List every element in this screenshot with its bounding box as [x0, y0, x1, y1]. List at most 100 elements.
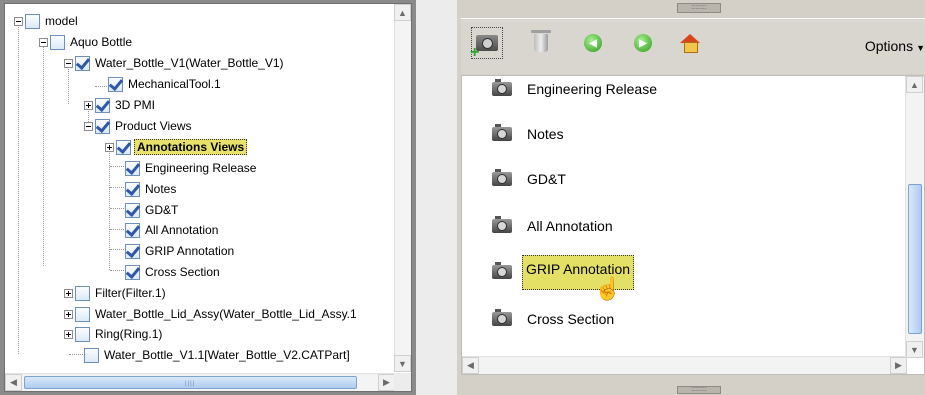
horizontal-scroll-thumb[interactable]: |||| — [24, 376, 357, 389]
tree-node-water-bottle-v1[interactable]: Water_Bottle_V1(Water_Bottle_V1) — [64, 53, 284, 73]
view-item-engineering-release[interactable]: Engineering Release — [492, 76, 657, 102]
checkbox-checked[interactable] — [125, 222, 140, 238]
tree-node-ring[interactable]: Ring(Ring.1) — [64, 324, 162, 344]
tree-node-3d-pmi[interactable]: 3D PMI — [84, 95, 155, 115]
checkbox[interactable] — [50, 34, 65, 50]
tree-line — [110, 187, 124, 188]
views-list: Engineering Release Notes GD&T All Annot… — [461, 75, 925, 375]
tree-node-engineering-release[interactable]: Engineering Release — [125, 158, 256, 178]
checkbox-checked[interactable] — [125, 202, 140, 218]
collapse-icon[interactable] — [14, 16, 23, 26]
tree-node-label: Product Views — [115, 119, 192, 133]
checkbox-checked[interactable] — [95, 118, 110, 134]
tree-node-label: GRIP Annotation — [145, 244, 235, 258]
collapse-icon[interactable] — [39, 37, 48, 47]
add-view-camera-icon: + — [470, 35, 498, 61]
scroll-down-icon[interactable]: ▼ — [906, 341, 923, 358]
home-view-button[interactable] — [674, 27, 706, 59]
checkbox-checked[interactable] — [75, 55, 90, 71]
checkbox-checked[interactable] — [116, 139, 131, 155]
expand-icon[interactable] — [84, 100, 93, 110]
expand-icon[interactable] — [64, 288, 73, 298]
tree-node-label-selected: Annotations Views — [134, 139, 248, 155]
scroll-up-icon[interactable]: ▲ — [906, 76, 923, 93]
checkbox-checked[interactable] — [108, 76, 123, 92]
views-vertical-scrollbar[interactable]: ▲ ▼ — [905, 76, 924, 358]
checkbox-checked[interactable] — [125, 264, 140, 280]
tree-node-label: 3D PMI — [115, 98, 156, 112]
expand-icon[interactable] — [64, 309, 73, 319]
delete-view-button[interactable] — [525, 27, 557, 59]
views-toolbar: + ◀ ▶ Options ▼ — [461, 18, 925, 74]
scroll-right-icon[interactable]: ▶ — [378, 374, 395, 391]
checkbox[interactable] — [75, 285, 90, 301]
next-view-button[interactable]: ▶ — [627, 27, 659, 59]
add-view-button[interactable]: + — [470, 27, 503, 61]
checkbox[interactable] — [25, 13, 40, 29]
tree-node-label: All Annotation — [145, 223, 219, 237]
view-item-cross-section[interactable]: Cross Section — [492, 306, 614, 332]
scroll-grip: |||| — [185, 381, 196, 387]
tree-node-annotations-views[interactable]: Annotations Views — [105, 137, 248, 157]
scroll-left-icon[interactable]: ◀ — [462, 357, 479, 374]
expand-icon[interactable] — [64, 329, 73, 339]
hand-cursor-icon: ☝ — [594, 276, 622, 301]
views-horizontal-scrollbar[interactable]: ◀ ▶ — [462, 356, 907, 374]
tree-node-label: Cross Section — [145, 265, 220, 279]
scroll-up-icon[interactable]: ▲ — [394, 4, 411, 21]
tree-node-aquo-bottle[interactable]: Aquo Bottle — [39, 32, 132, 52]
collapse-icon[interactable] — [64, 58, 73, 68]
tree-node-notes[interactable]: Notes — [125, 179, 176, 199]
checkbox[interactable] — [84, 347, 99, 363]
options-menu[interactable]: Options ▼ — [865, 38, 925, 54]
chevron-down-icon: ▼ — [916, 43, 925, 53]
tree-node-label: Engineering Release — [145, 161, 257, 175]
checkbox-checked[interactable] — [125, 243, 140, 259]
tree-frame: model Aquo Bottle Water_Bottle_V1(Water_… — [4, 3, 412, 392]
checkbox-checked[interactable] — [125, 160, 140, 176]
view-item-label: Engineering Release — [527, 81, 657, 97]
tree-line — [18, 22, 19, 354]
options-label: Options — [864, 38, 914, 54]
collapse-icon[interactable] — [84, 121, 93, 131]
tree-node-label: MechanicalTool.1 — [128, 77, 221, 91]
tree-node-cross-section[interactable]: Cross Section — [125, 262, 220, 282]
view-item-label: Notes — [527, 126, 564, 142]
previous-view-button[interactable]: ◀ — [577, 27, 609, 59]
tree-node-product-views[interactable]: Product Views — [84, 116, 191, 136]
tree-node-label: Water_Bottle_V1(Water_Bottle_V1) — [95, 56, 284, 70]
tree-line — [110, 270, 124, 271]
view-item-notes[interactable]: Notes — [492, 121, 564, 147]
view-item-gdt[interactable]: GD&T — [492, 166, 566, 192]
tree-node-filter[interactable]: Filter(Filter.1) — [64, 283, 166, 303]
tree-node-gdt[interactable]: GD&T — [125, 200, 178, 220]
tree-line — [43, 42, 44, 266]
camera-icon — [492, 262, 512, 279]
forward-arrow-icon: ▶ — [634, 34, 652, 52]
tree-node-water-bottle-v1-1[interactable]: Water_Bottle_V1.1[Water_Bottle_V2.CATPar… — [84, 345, 350, 365]
checkbox-checked[interactable] — [125, 181, 140, 197]
scroll-down-icon[interactable]: ▼ — [394, 355, 411, 372]
tree-vertical-scrollbar[interactable]: ▲ ▼ — [394, 4, 411, 372]
tree-line — [109, 144, 110, 270]
tree-node-water-bottle-lid-assy[interactable]: Water_Bottle_Lid_Assy(Water_Bottle_Lid_A… — [64, 304, 357, 324]
view-item-label: Cross Section — [527, 311, 615, 327]
tree-horizontal-scrollbar[interactable]: ◀ |||| ▶ — [5, 373, 395, 391]
vertical-scroll-thumb[interactable] — [908, 184, 922, 334]
expand-icon[interactable] — [105, 142, 114, 152]
tree-node-label: Water_Bottle_V1.1[Water_Bottle_V2.CATPar… — [104, 348, 350, 362]
tree-node-all-annotation[interactable]: All Annotation — [125, 220, 218, 240]
view-item-all-annotation[interactable]: All Annotation — [492, 213, 613, 239]
panel-resize-grip[interactable]: :::::::: — [677, 386, 721, 394]
checkbox[interactable] — [75, 306, 90, 322]
camera-icon — [492, 79, 512, 96]
tree-line — [110, 249, 124, 250]
tree-node-mechanical-tool[interactable]: MechanicalTool.1 — [108, 74, 221, 94]
panel-resize-grip[interactable]: :::::::: — [677, 3, 721, 13]
scroll-right-icon[interactable]: ▶ — [890, 357, 907, 374]
tree-node-model[interactable]: model — [14, 11, 78, 31]
scroll-left-icon[interactable]: ◀ — [5, 374, 22, 391]
tree-node-grip-annotation[interactable]: GRIP Annotation — [125, 241, 234, 261]
checkbox[interactable] — [75, 326, 90, 342]
checkbox-checked[interactable] — [95, 97, 110, 113]
